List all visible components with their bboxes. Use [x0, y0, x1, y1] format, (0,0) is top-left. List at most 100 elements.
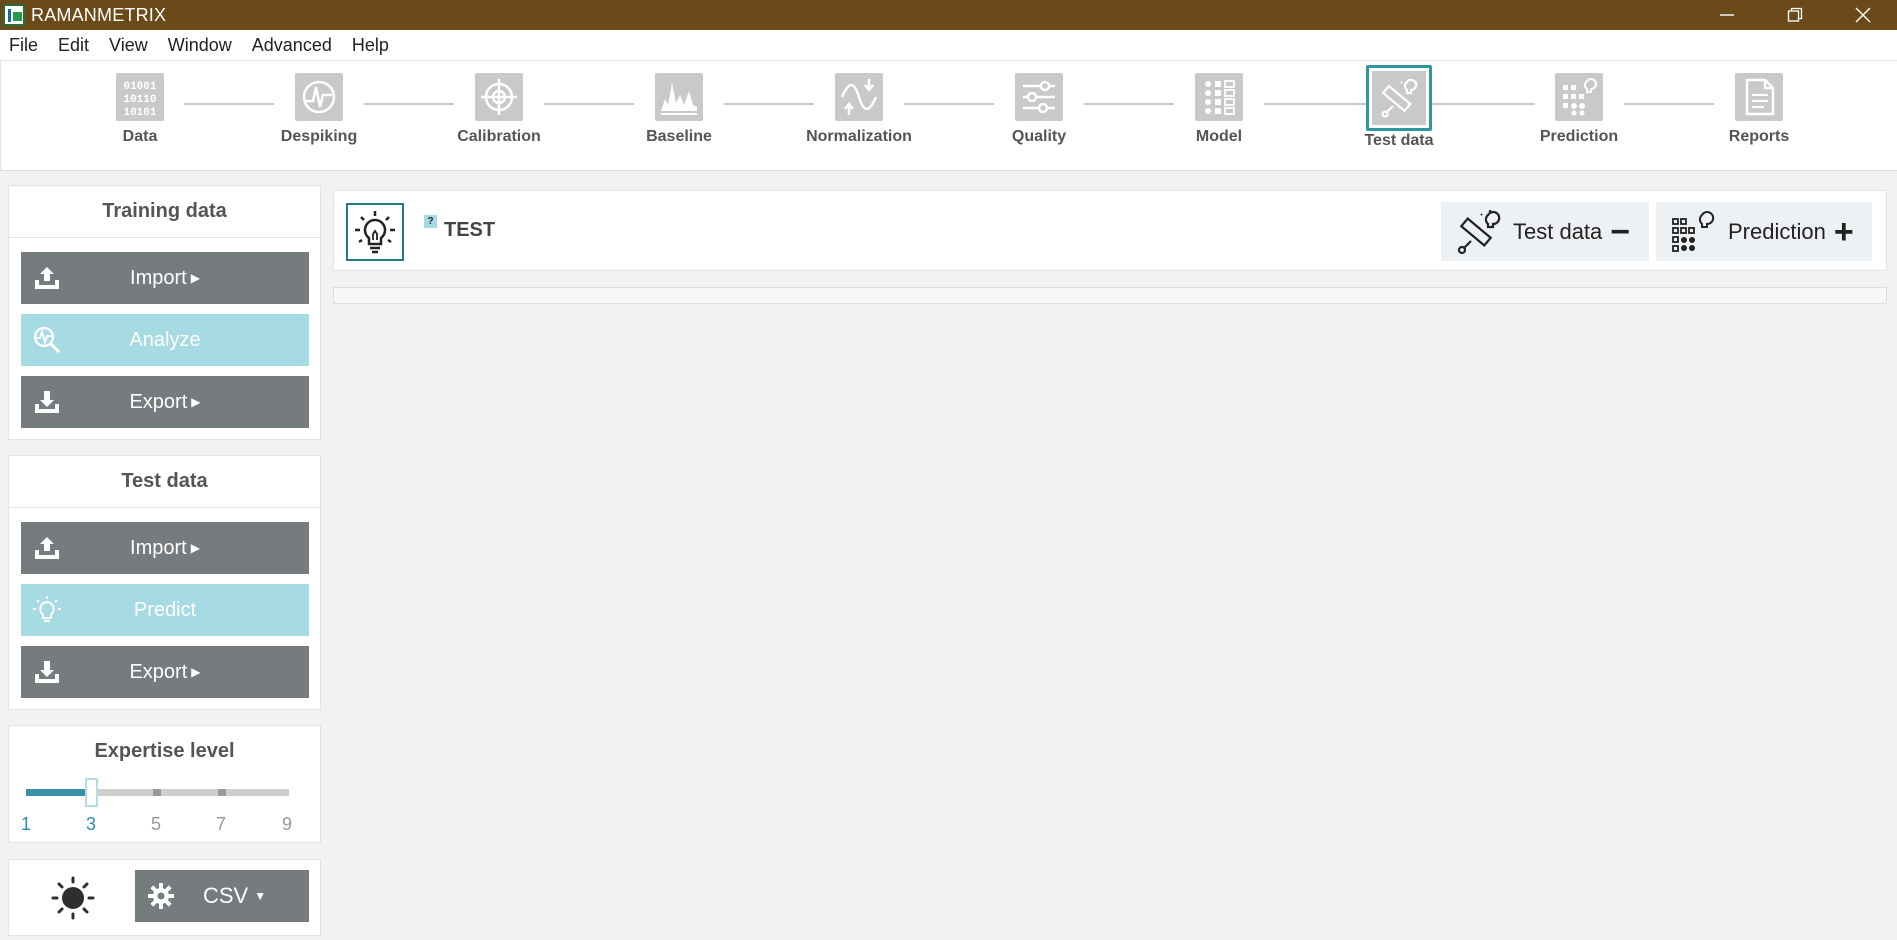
step-label: Data [122, 128, 158, 145]
lightbulb-icon [346, 203, 404, 261]
prediction-grid-bulb-icon [1672, 210, 1715, 252]
step-prediction[interactable]: Prediction [1514, 73, 1644, 146]
caret-right-icon: ▶ [191, 395, 201, 409]
despiking-icon [295, 73, 343, 121]
predict-button[interactable]: Predict [21, 584, 309, 636]
expertise-panel: Expertise level 1 3 5 7 9 [8, 725, 321, 843]
remove-test-data-button[interactable]: Test data − [1441, 202, 1649, 261]
menu-view[interactable]: View [99, 35, 158, 56]
expertise-slider-handle[interactable] [85, 778, 98, 807]
predict-label: Predict [133, 598, 197, 621]
level-label: 3 [85, 814, 96, 834]
upload-icon [35, 537, 59, 559]
step-label: Reports [1728, 128, 1790, 145]
step-data[interactable]: 01001 10110 10101 Data [75, 73, 205, 146]
download-icon [35, 391, 59, 413]
step-reports[interactable]: Reports [1694, 73, 1824, 146]
upload-icon [35, 267, 59, 289]
training-data-title: Training data [9, 186, 320, 238]
analyze-button[interactable]: Analyze [21, 314, 309, 366]
level-label: 7 [215, 814, 226, 834]
minimize-icon[interactable] [1693, 0, 1761, 30]
step-quality[interactable]: Quality [974, 73, 1104, 146]
csv-format-button[interactable]: CSV ▼ [135, 870, 309, 922]
test-import-button[interactable]: Import ▶ [21, 522, 309, 574]
expertise-slider-fill [26, 789, 92, 796]
training-data-panel: Training data Import ▶ Analyze Export ▶ [8, 185, 321, 440]
step-label: Test data [1364, 132, 1434, 149]
expertise-title: Expertise level [94, 739, 235, 762]
level-label: 9 [281, 814, 292, 834]
download-icon [35, 661, 59, 683]
app-logo-icon [3, 4, 25, 26]
step-label: Calibration [457, 128, 541, 145]
step-label: Quality [1011, 128, 1067, 145]
page-title: TEST [444, 219, 496, 241]
progress-bar [333, 287, 1887, 304]
menu-file[interactable]: File [0, 35, 48, 56]
level-label: 1 [20, 814, 31, 834]
main-header: ? TEST Test data − Prediction + [333, 190, 1887, 271]
menu-window[interactable]: Window [158, 35, 242, 56]
analyze-label: Analyze [129, 328, 201, 351]
title-bar: RAMANMETRIX [0, 0, 1897, 30]
slider-tick [218, 789, 226, 796]
prediction-button-label: Prediction [1728, 218, 1826, 244]
level-label: 5 [150, 814, 161, 834]
sliders-icon [1015, 73, 1063, 121]
test-import-label: Import [130, 536, 187, 559]
bottom-toolbar-panel: CSV ▼ [8, 859, 321, 936]
training-export-button[interactable]: Export ▶ [21, 376, 309, 428]
svg-text:01001: 01001 [123, 81, 156, 93]
sun-icon[interactable] [51, 876, 95, 920]
test-data-panel: Test data Import ▶ Predict Export ▶ [8, 455, 321, 710]
test-tube-bulb-icon [1457, 209, 1501, 254]
grid-model-icon [1195, 73, 1243, 121]
training-import-label: Import [130, 266, 187, 289]
step-label: Despiking [280, 128, 358, 145]
training-import-button[interactable]: Import ▶ [21, 252, 309, 304]
menu-help[interactable]: Help [342, 35, 399, 56]
csv-label: CSV [203, 883, 249, 908]
plus-icon: + [1833, 212, 1854, 251]
step-label: Prediction [1539, 128, 1619, 145]
gear-icon [148, 883, 174, 909]
test-data-title: Test data [9, 456, 320, 508]
caret-right-icon: ▶ [190, 271, 200, 285]
svg-text:10101: 10101 [123, 107, 156, 117]
training-export-label: Export [129, 390, 188, 413]
menu-edit[interactable]: Edit [48, 35, 99, 56]
step-test-data[interactable]: Test data [1334, 65, 1464, 150]
close-icon[interactable] [1829, 0, 1897, 30]
step-despiking[interactable]: Despiking [254, 73, 384, 146]
step-calibration[interactable]: Calibration [434, 73, 564, 146]
lightbulb-icon [33, 596, 61, 622]
menu-advanced[interactable]: Advanced [242, 35, 342, 56]
minus-icon: − [1610, 212, 1631, 251]
step-baseline[interactable]: Baseline [614, 73, 744, 146]
slider-tick [153, 789, 161, 796]
add-prediction-button[interactable]: Prediction + [1656, 202, 1872, 261]
analyze-search-icon [33, 326, 61, 354]
caret-right-icon: ▶ [191, 665, 201, 679]
restore-icon[interactable] [1761, 0, 1829, 30]
test-data-button-label: Test data [1513, 218, 1603, 244]
caret-right-icon: ▶ [190, 541, 200, 555]
binary-data-icon: 01001 10110 10101 [116, 73, 164, 121]
caret-down-icon: ▼ [254, 889, 267, 903]
step-label: Baseline [646, 128, 712, 145]
document-icon [1735, 73, 1783, 121]
test-tube-bulb-icon [1366, 65, 1432, 131]
expertise-slider-track[interactable] [26, 789, 289, 796]
prediction-grid-bulb-icon [1555, 73, 1603, 121]
svg-text:10110: 10110 [123, 94, 156, 106]
test-export-button[interactable]: Export ▶ [21, 646, 309, 698]
test-export-label: Export [129, 660, 188, 683]
help-badge-icon[interactable]: ? [424, 215, 437, 228]
normalization-wave-icon [835, 73, 883, 121]
step-label: Normalization [806, 128, 912, 145]
menu-bar: File Edit View Window Advanced Help [0, 30, 1897, 61]
workflow-strip: 01001 10110 10101 Data Despiking Calibrati… [0, 61, 1897, 171]
step-normalization[interactable]: Normalization [794, 73, 924, 146]
step-model[interactable]: Model [1154, 73, 1284, 146]
